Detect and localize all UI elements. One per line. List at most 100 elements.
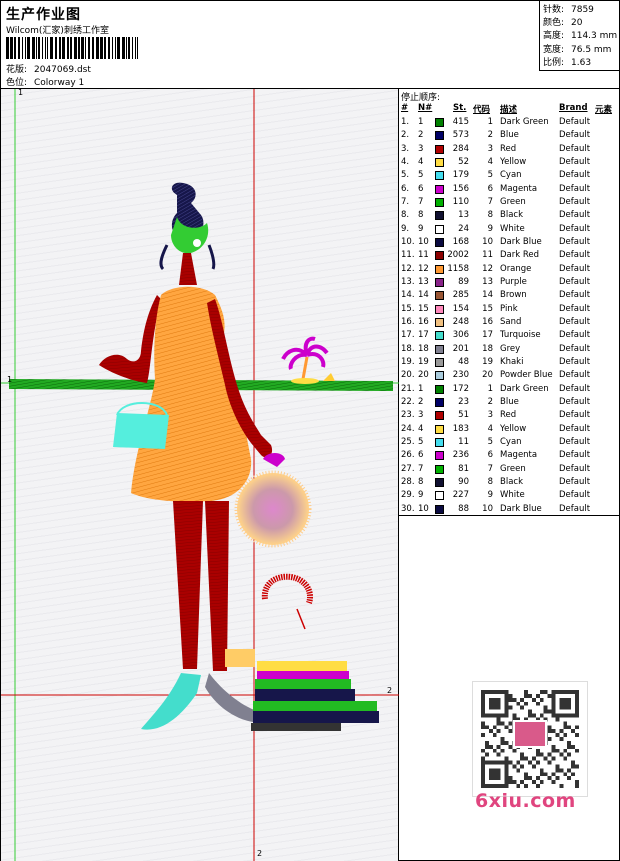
- row-needle: 7: [418, 463, 424, 474]
- row-needle: 13: [418, 276, 429, 287]
- row-stitches: 168: [452, 236, 469, 247]
- row-index: 26.: [401, 450, 415, 461]
- color-swatch: [435, 264, 444, 274]
- row-stitches: 88: [458, 503, 469, 514]
- row-description: Purple: [500, 276, 527, 287]
- row-code: 1: [487, 117, 493, 127]
- row-stitches: 48: [458, 356, 469, 367]
- table-row: 10. 10 168 10 Dark Blue Default: [399, 236, 620, 249]
- row-description: Green: [500, 463, 526, 474]
- color-swatch: [435, 291, 444, 301]
- row-brand: Default: [559, 117, 591, 127]
- row-code: 8: [487, 476, 493, 487]
- row-index: 7.: [401, 196, 410, 207]
- row-brand: Default: [559, 330, 591, 341]
- row-description: Blue: [500, 396, 519, 407]
- row-brand: Default: [559, 370, 591, 381]
- row-description: Green: [500, 196, 526, 207]
- row-description: Dark Green: [500, 117, 549, 127]
- watermark-logo: 6xiu.com: [475, 790, 576, 812]
- red-hanger: [261, 573, 313, 604]
- row-description: Powder Blue: [500, 370, 553, 381]
- row-index: 10.: [401, 236, 415, 247]
- row-description: Red: [500, 410, 517, 421]
- row-needle: 9: [418, 223, 424, 234]
- row-brand: Default: [559, 476, 591, 487]
- row-index: 14.: [401, 290, 415, 301]
- table-row: 15. 15 154 15 Pink Default: [399, 303, 620, 316]
- row-code: 2: [487, 130, 493, 141]
- row-code: 6: [487, 183, 493, 194]
- production-worksheet: 生产作业图 Wilcom(汇家)刺绣工作室 花版: 2047069.dst 色位:…: [0, 0, 620, 861]
- row-stitches: 89: [458, 276, 469, 287]
- stat-value: 114.3 mm: [571, 31, 618, 42]
- color-swatch: [435, 237, 444, 247]
- row-brand: Default: [559, 410, 591, 421]
- row-index: 19.: [401, 356, 415, 367]
- worksheet-header: 生产作业图 Wilcom(汇家)刺绣工作室 花版: 2047069.dst 色位:…: [1, 1, 620, 89]
- table-row: 20. 20 230 20 Powder Blue Default: [399, 369, 620, 382]
- page-title: 生产作业图: [6, 7, 81, 23]
- row-code: 11: [482, 250, 493, 261]
- row-stitches: 248: [452, 316, 469, 327]
- row-index: 27.: [401, 463, 415, 474]
- row-needle: 18: [418, 343, 429, 354]
- row-needle: 8: [418, 476, 424, 487]
- row-code: 15: [482, 303, 493, 314]
- row-needle: 15: [418, 303, 429, 314]
- color-swatch: [435, 304, 444, 314]
- row-description: Cyan: [500, 170, 522, 181]
- barcode-image: [6, 37, 138, 59]
- row-brand: Default: [559, 316, 591, 327]
- row-stitches: 156: [452, 183, 469, 194]
- table-row: 2. 2 573 2 Blue Default: [399, 129, 620, 142]
- row-stitches: 23: [458, 396, 469, 407]
- row-brand: Default: [559, 183, 591, 194]
- left-leg: [173, 501, 203, 669]
- row-stitches: 285: [452, 290, 469, 301]
- color-swatch: [435, 211, 444, 221]
- neck: [179, 253, 197, 285]
- row-index: 5.: [401, 170, 410, 181]
- row-index: 25.: [401, 436, 415, 447]
- table-row: 21. 1 172 1 Dark Green Default: [399, 383, 620, 396]
- left-arm: [99, 295, 161, 383]
- row-code: 6: [487, 450, 493, 461]
- row-needle: 3: [418, 410, 424, 421]
- color-swatch: [435, 357, 444, 367]
- row-index: 4.: [401, 156, 410, 167]
- color-swatch: [435, 277, 444, 287]
- table-row: 7. 7 110 7 Green Default: [399, 196, 620, 209]
- row-stitches: 81: [458, 463, 469, 474]
- table-row: 25. 5 11 5 Cyan Default: [399, 436, 620, 449]
- colorway-label: 色位:: [6, 78, 28, 88]
- col-needle: N#: [418, 103, 433, 113]
- table-row: 26. 6 236 6 Magenta Default: [399, 449, 620, 462]
- color-swatch: [435, 491, 444, 501]
- embroidery-design: [1, 89, 399, 861]
- row-description: Black: [500, 476, 523, 487]
- stat-label: 颜色:: [543, 18, 565, 29]
- table-row: 13. 13 89 13 Purple Default: [399, 276, 620, 289]
- row-needle: 7: [418, 196, 424, 207]
- stat-colors: 颜色: 20: [543, 17, 620, 30]
- row-needle: 20: [418, 370, 429, 381]
- color-swatch: [435, 504, 444, 514]
- row-code: 2: [487, 396, 493, 407]
- stat-value: 7859: [571, 5, 594, 15]
- color-swatch: [435, 371, 444, 381]
- design-preview-canvas: 1 1 2 2: [1, 88, 399, 861]
- table-row: 3. 3 284 3 Red Default: [399, 143, 620, 156]
- table-row: 24. 4 183 4 Yellow Default: [399, 423, 620, 436]
- row-index: 17.: [401, 330, 415, 341]
- row-stitches: 11: [458, 436, 469, 447]
- table-row: 29. 9 227 9 White Default: [399, 489, 620, 502]
- row-index: 28.: [401, 476, 415, 487]
- row-index: 3.: [401, 143, 410, 154]
- color-swatch: [435, 397, 444, 407]
- row-code: 18: [482, 343, 493, 354]
- row-index: 20.: [401, 370, 415, 381]
- row-index: 30.: [401, 503, 415, 514]
- row-code: 5: [487, 436, 493, 447]
- color-swatch: [435, 384, 444, 394]
